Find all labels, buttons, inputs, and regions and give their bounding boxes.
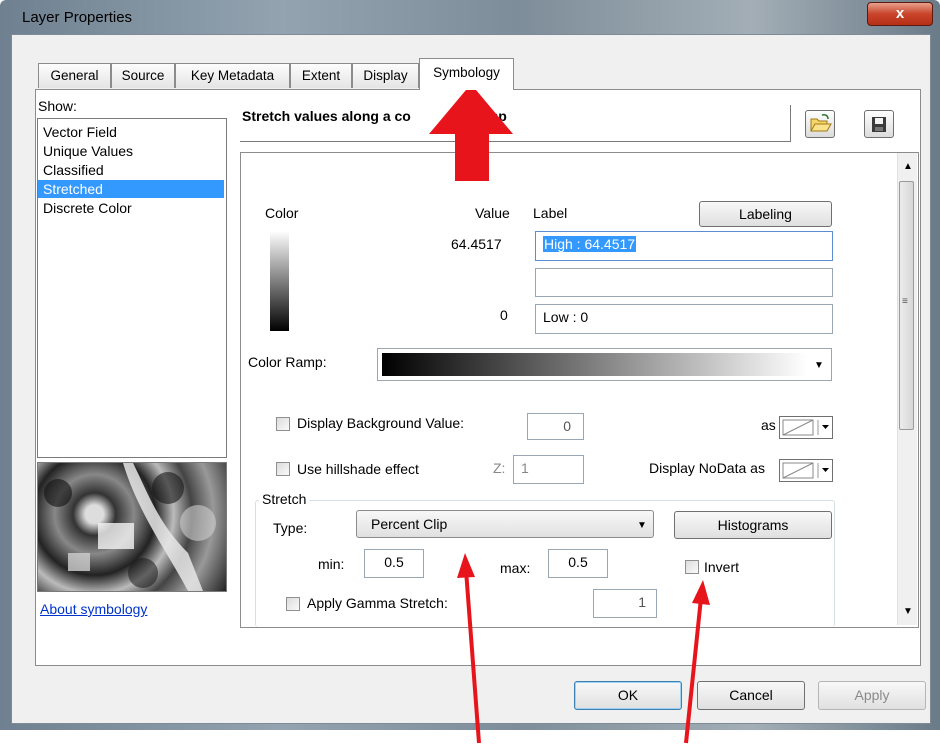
no-color-swatch-icon xyxy=(782,462,829,479)
as-label: as xyxy=(761,417,776,433)
description-title: Stretch values along a co mp xyxy=(242,108,507,124)
stretch-group-label: Stretch xyxy=(259,491,310,507)
nodata-color-picker[interactable] xyxy=(779,459,833,482)
ok-button[interactable]: OK xyxy=(574,681,682,710)
floppy-disk-icon xyxy=(872,117,886,132)
label-column-header: Label xyxy=(533,205,568,221)
hillshade-label: Use hillshade effect xyxy=(297,461,419,477)
z-factor-input[interactable]: 1 xyxy=(513,455,584,484)
tab-display[interactable]: Display xyxy=(352,63,419,88)
title-bar[interactable]: Layer Properties x xyxy=(0,0,940,34)
tab-extent[interactable]: Extent xyxy=(290,63,352,88)
mid-label-input[interactable] xyxy=(535,268,833,297)
min-label: min: xyxy=(318,556,345,572)
list-item-vector-field[interactable]: Vector Field xyxy=(43,123,117,141)
high-label-input[interactable]: High : 64.4517 xyxy=(535,231,833,261)
no-color-swatch-icon xyxy=(782,419,829,436)
show-list[interactable]: Vector Field Unique Values Classified St… xyxy=(37,118,227,458)
folder-open-icon xyxy=(810,114,832,132)
tab-key-metadata[interactable]: Key Metadata xyxy=(175,63,290,88)
high-label-text: High : 64.4517 xyxy=(543,236,637,252)
symbology-preview-image xyxy=(37,462,227,592)
color-ramp-gradient xyxy=(382,353,807,376)
invert-checkbox[interactable] xyxy=(685,560,699,574)
stretch-type-dropdown[interactable]: Percent Clip ▼ xyxy=(356,510,654,538)
apply-button[interactable]: Apply xyxy=(818,681,926,710)
nodata-label: Display NoData as xyxy=(649,460,765,476)
gamma-stretch-checkbox[interactable] xyxy=(286,597,300,611)
color-ramp-label: Color Ramp: xyxy=(248,354,327,370)
tab-source[interactable]: Source xyxy=(111,63,175,88)
color-ramp-dropdown[interactable]: ▼ xyxy=(377,348,832,381)
background-value-input[interactable]: 0 xyxy=(527,413,584,440)
high-value: 64.4517 xyxy=(451,236,502,252)
stretch-type-value: Percent Clip xyxy=(371,516,448,532)
scrollbar-thumb[interactable]: ≡ xyxy=(899,181,914,430)
low-value: 0 xyxy=(500,307,508,323)
list-item-classified[interactable]: Classified xyxy=(43,161,104,179)
scroll-down-icon[interactable]: ▼ xyxy=(903,606,913,617)
low-label-input[interactable]: Low : 0 xyxy=(535,304,833,334)
open-layer-file-button[interactable] xyxy=(805,110,835,138)
window-title: Layer Properties xyxy=(22,9,133,26)
show-label: Show: xyxy=(38,98,77,114)
scroll-up-icon[interactable]: ▲ xyxy=(903,161,913,172)
background-color-picker[interactable] xyxy=(779,416,833,439)
about-symbology-link[interactable]: About symbology xyxy=(40,601,147,617)
z-label: Z: xyxy=(493,460,506,476)
grip-icon: ≡ xyxy=(902,296,908,307)
save-layer-file-button[interactable] xyxy=(864,110,894,138)
gamma-value-input[interactable]: 1 xyxy=(593,589,657,618)
stretch-type-label: Type: xyxy=(273,520,308,536)
display-background-label: Display Background Value: xyxy=(297,415,465,431)
invert-label: Invert xyxy=(704,559,740,575)
max-label: max: xyxy=(500,560,531,576)
chevron-down-icon: ▼ xyxy=(814,360,824,371)
list-item-unique-values[interactable]: Unique Values xyxy=(43,142,133,160)
close-button[interactable]: x xyxy=(867,2,933,26)
list-item-stretched[interactable]: Stretched xyxy=(38,180,224,198)
cancel-button[interactable]: Cancel xyxy=(697,681,805,710)
color-gradient-swatch xyxy=(270,231,289,331)
tab-general[interactable]: General xyxy=(38,63,111,88)
tab-symbology[interactable]: Symbology xyxy=(419,58,514,90)
value-column-header: Value xyxy=(475,205,510,221)
display-background-checkbox[interactable] xyxy=(276,417,290,431)
chevron-down-icon: ▼ xyxy=(637,520,647,531)
color-column-header: Color xyxy=(265,205,299,221)
min-input[interactable]: 0.5 xyxy=(364,549,424,578)
max-input[interactable]: 0.5 xyxy=(548,549,608,578)
gamma-stretch-label: Apply Gamma Stretch: xyxy=(307,595,448,611)
list-item-discrete-color[interactable]: Discrete Color xyxy=(43,199,132,217)
histograms-button[interactable]: Histograms xyxy=(674,511,832,539)
labeling-button[interactable]: Labeling xyxy=(699,201,832,227)
hillshade-checkbox[interactable] xyxy=(276,462,290,476)
